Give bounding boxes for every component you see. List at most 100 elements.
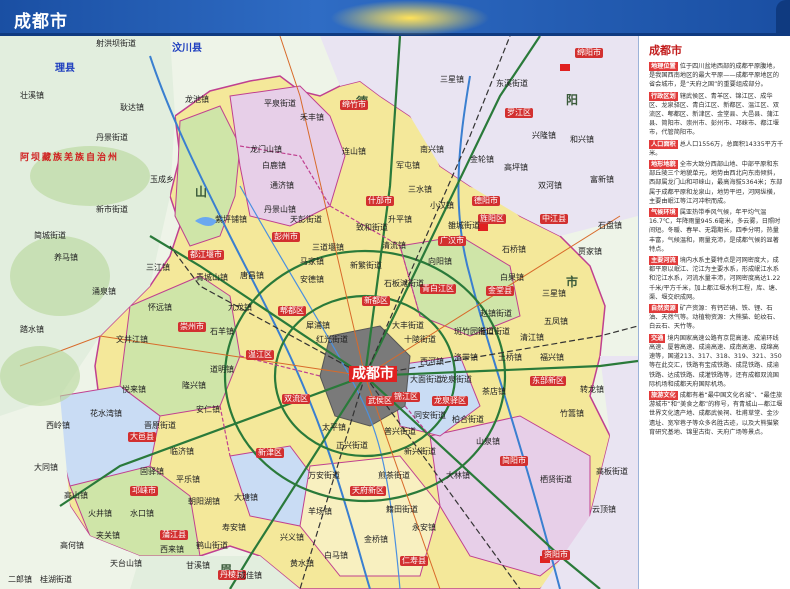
town-label: 柏合街道	[452, 415, 484, 424]
town-label: 白鹿镇	[262, 161, 286, 170]
town-label: 白马镇	[324, 551, 348, 560]
district-label-wuhou: 武侯区	[366, 396, 394, 406]
district-label-guanghan: 广汉市	[438, 236, 466, 246]
title-bar: 成都市	[0, 0, 790, 36]
town-label: 西来镇	[160, 545, 184, 554]
town-label: 成佳镇	[238, 571, 262, 580]
town-label: 福兴镇	[540, 353, 564, 362]
sidebar-section: 交通 境内国家高速公路有京昆高速、成渝环线高速、厦蓉高速、成渝高速、成南高速、成绵…	[649, 333, 784, 389]
district-label-renshou: 仁寿县	[400, 556, 428, 566]
district-label-xinjin: 新津区	[256, 448, 284, 458]
town-label: 平乐镇	[176, 475, 200, 484]
town-label: 简城街道	[34, 231, 66, 240]
town-label: 大面街道	[410, 375, 442, 384]
town-label: 临济镇	[170, 447, 194, 456]
info-sidebar[interactable]: 成都市 地理位置 位于四川盆地西部的成都平原腹地，是我国西南地区的最大平原——成都…	[638, 36, 790, 589]
town-label: 羊场镇	[308, 507, 332, 516]
town-label: 普兴街道	[384, 427, 416, 436]
town-label: 致和街道	[356, 223, 388, 232]
district-label-jianyang: 简阳市	[500, 456, 528, 466]
town-label: 军屯镇	[396, 161, 420, 170]
town-label: 红光街道	[316, 335, 348, 344]
pref-label-deyang: 德阳市	[472, 196, 500, 206]
town-label: 升平镇	[388, 215, 412, 224]
town-label: 马家镇	[300, 257, 324, 266]
title-bar-flare	[330, 0, 490, 36]
town-label: 夹关镇	[96, 531, 120, 540]
section-tag: 气候环境	[649, 208, 678, 218]
town-label: 龙池镇	[185, 95, 209, 104]
town-label: 清江镇	[520, 333, 544, 342]
sidebar-section: 地形地貌 全市大致分西部山地、中部平原和东部丘陵三个地貌单元，地势由西北向东南倾斜…	[649, 160, 784, 206]
town-label: 清流镇	[382, 241, 406, 250]
town-label: 金轮镇	[470, 155, 494, 164]
town-label: 万安街道	[308, 471, 340, 480]
district-label-pengzhou: 彭州市	[272, 232, 300, 242]
town-label: 石羊镇	[210, 327, 234, 336]
town-label: 隆兴镇	[182, 381, 206, 390]
town-label: 金桥镇	[364, 535, 388, 544]
pref-label-mianyang: 绵阳市	[575, 48, 603, 58]
town-label: 道明镇	[210, 365, 234, 374]
town-label: 茶店镇	[482, 387, 506, 396]
town-label: 兴义镇	[280, 533, 304, 542]
sidebar-section: 行政区划 辖武侯区、青羊区、锦江区、成华区、龙泉驿区、青白江区、新都区、温江区、双…	[649, 91, 784, 138]
page-title: 成都市	[14, 12, 68, 32]
town-label: 和兴镇	[570, 135, 594, 144]
title-bar-corner	[776, 0, 790, 36]
section-tag: 人口面积	[649, 139, 678, 149]
sidebar-title: 成都市	[649, 44, 682, 57]
town-label: 南兴镇	[420, 145, 444, 154]
district-label-pidu: 郫都区	[278, 306, 306, 316]
town-label: 青城山镇	[196, 273, 228, 282]
town-label: 新繁街道	[350, 261, 382, 270]
town-label: 养马镇	[54, 253, 78, 262]
town-label: 龙门山镇	[250, 145, 282, 154]
district-label-dujiangyan: 都江堰市	[188, 250, 224, 260]
town-label: 太平镇	[322, 423, 346, 432]
town-label: 大塘镇	[234, 493, 258, 502]
town-label: 白果镇	[500, 273, 524, 282]
town-label: 三星镇	[440, 75, 464, 84]
town-label: 云顶镇	[592, 505, 616, 514]
map-panel[interactable]: 阿坝藏族羌族自治州 德 阳 市 眉 山 汶川县 理县 绵阳市 德阳市 资阳市 成…	[0, 36, 638, 589]
section-tag: 交通	[649, 333, 666, 343]
town-label: 转龙镇	[580, 385, 604, 394]
section-tag: 地形地貌	[649, 160, 678, 170]
town-label: 禾丰镇	[300, 113, 324, 122]
town-label: 十陵街道	[404, 335, 436, 344]
district-label-chongzhou: 崇州市	[178, 322, 206, 332]
town-label: 丹景街道	[96, 133, 128, 142]
town-label: 天台山镇	[110, 559, 142, 568]
town-label: 双河镇	[538, 181, 562, 190]
town-label: 耿达镇	[120, 103, 144, 112]
district-label-tianfu: 天府新区	[350, 486, 386, 496]
section-tag: 旅游文化	[649, 390, 678, 401]
town-label: 安德镇	[300, 275, 324, 284]
town-label: 高板街道	[596, 467, 628, 476]
town-label: 石板滩街道	[384, 279, 424, 288]
town-label: 新市街道	[96, 205, 128, 214]
town-label: 向阳镇	[428, 257, 452, 266]
town-label: 石桥镇	[502, 245, 526, 254]
town-label: 连山镇	[342, 147, 366, 156]
region-label-aba: 阿坝藏族羌族自治州	[20, 153, 120, 163]
town-label: 大林镇	[446, 471, 470, 480]
town-label: 火井镇	[88, 509, 112, 518]
town-label: 东溪街道	[496, 79, 528, 88]
town-label: 大同镇	[34, 463, 58, 472]
town-label: 三星镇	[542, 289, 566, 298]
district-label-qionglai: 邛崃市	[130, 486, 158, 496]
pref-label-wenchuan: 汶川县	[172, 43, 202, 54]
district-label-mianzhu: 绵竹市	[340, 100, 368, 110]
town-label: 水口镇	[130, 509, 154, 518]
section-tag: 主要河流	[649, 256, 678, 266]
district-label-dayi: 大邑县	[128, 432, 156, 442]
town-label: 贾家镇	[578, 247, 602, 256]
town-label: 龙泉街道	[440, 375, 472, 384]
pref-label-ziyang: 资阳市	[542, 550, 570, 560]
town-label: 甘溪镇	[186, 561, 210, 570]
town-label: 富新镇	[590, 175, 614, 184]
sidebar-section: 气候环境 属亚热带季风气候，年平均气温16.7℃，年降雨量945.6毫米，多云雾，…	[649, 208, 784, 254]
town-label: 籍田街道	[386, 505, 418, 514]
